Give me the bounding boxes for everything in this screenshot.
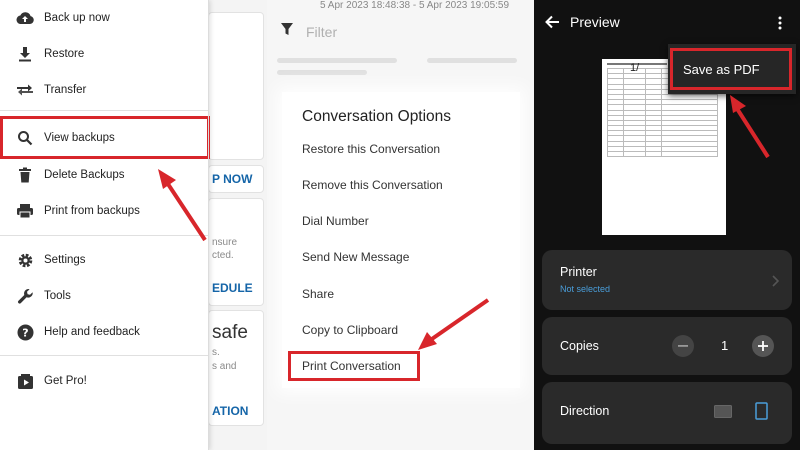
- copies-row: Copies 1: [542, 317, 792, 375]
- direction-label: Direction: [560, 404, 610, 418]
- printer-label: Printer: [560, 265, 597, 279]
- divider: [208, 0, 209, 450]
- print-preview-panel: Preview 1/ Save as PDF Printer Not selec…: [534, 0, 800, 450]
- landscape-orientation-icon[interactable]: [714, 405, 732, 423]
- chevron-right-icon: [772, 274, 780, 292]
- portrait-orientation-icon[interactable]: [755, 402, 768, 425]
- printer-status: Not selected: [560, 284, 611, 294]
- red-arrow-annotation: [418, 298, 490, 350]
- red-arrow-annotation: [158, 169, 207, 242]
- copies-value: 1: [721, 338, 729, 353]
- increase-copies-button[interactable]: [752, 335, 774, 357]
- decrease-copies-button[interactable]: [672, 335, 694, 357]
- direction-row: Direction: [542, 382, 792, 444]
- backup-app-panel: P NOW nsure cted. EDULE safe s. s and AT…: [0, 0, 267, 450]
- copies-label: Copies: [560, 339, 599, 353]
- conversation-panel: 5 Apr 2023 18:48:38 - 5 Apr 2023 19:05:5…: [267, 0, 534, 450]
- printer-selector[interactable]: Printer Not selected: [542, 250, 792, 310]
